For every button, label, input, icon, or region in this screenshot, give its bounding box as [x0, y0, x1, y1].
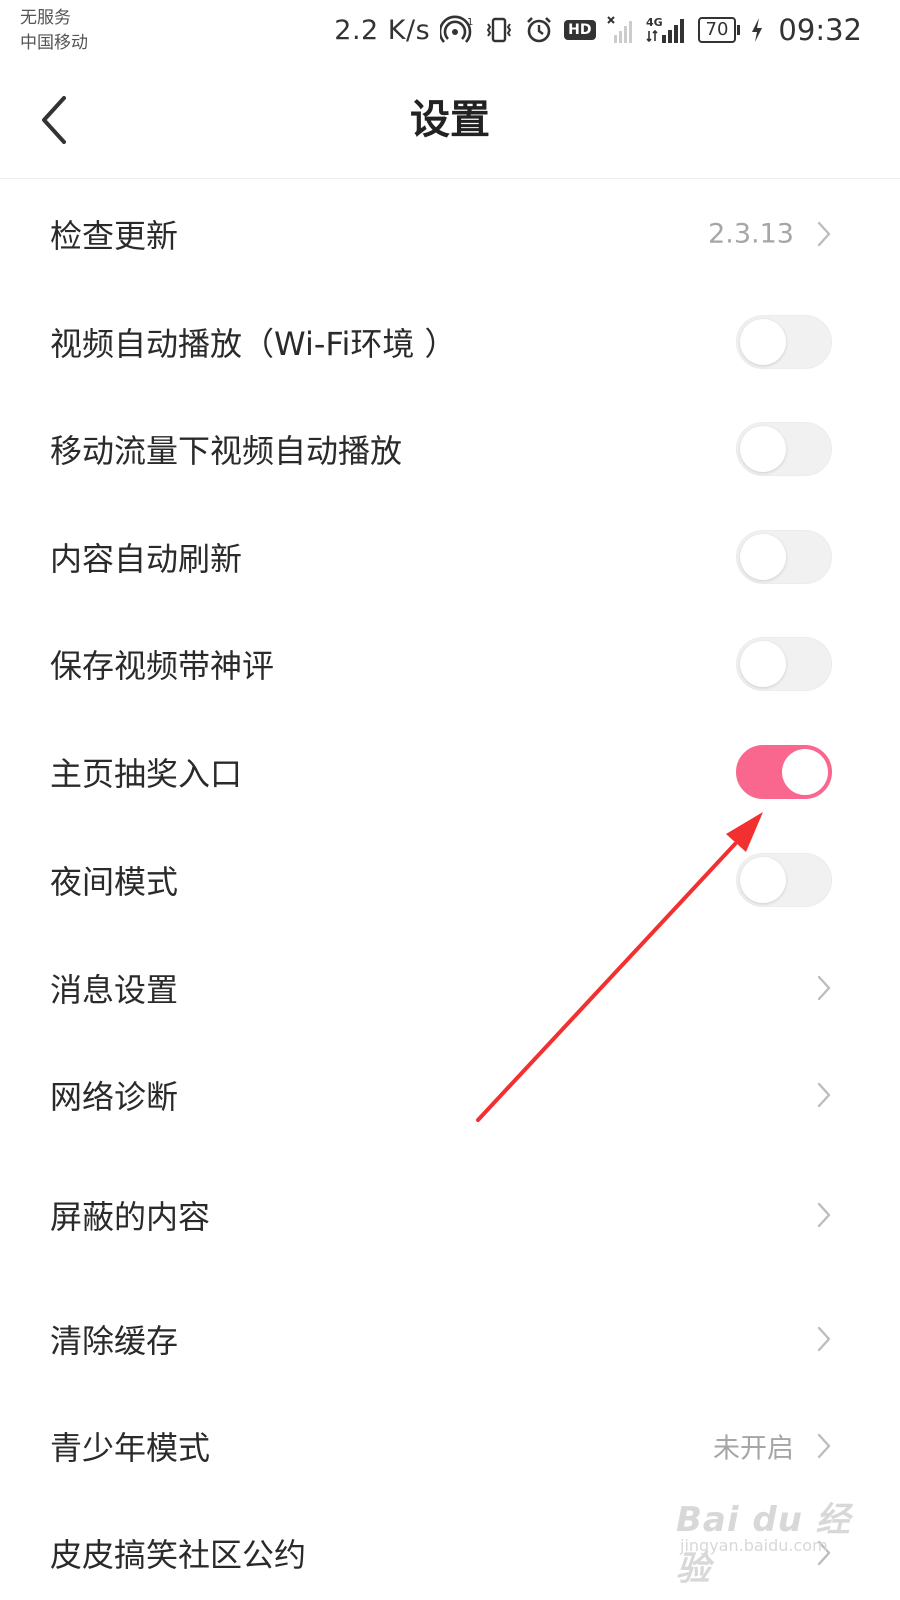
settings-row-lottery-entry: 主页抽奖入口 [0, 727, 900, 817]
hd-icon: HD [564, 20, 596, 40]
row-label: 主页抽奖入口 [50, 755, 243, 793]
app-version-value: 2.3.13 [708, 218, 794, 250]
nav-bar: 设置 [0, 62, 900, 179]
row-label: 夜间模式 [50, 863, 179, 901]
settings-row-check-update[interactable]: 检查更新 2.3.13 [0, 189, 900, 279]
settings-row-save-video-comments: 保存视频带神评 [0, 619, 900, 709]
chevron-right-icon [817, 1082, 831, 1108]
settings-row-mobile-data-autoplay: 移动流量下视频自动播放 [0, 404, 900, 494]
row-label: 内容自动刷新 [50, 540, 243, 578]
settings-row-content-auto-refresh: 内容自动刷新 [0, 512, 900, 602]
clock: 09:32 [778, 13, 862, 47]
toggle-knob [740, 534, 786, 580]
hotspot-icon: 1 [440, 15, 474, 43]
toggle-knob [740, 857, 786, 903]
youth-mode-status: 未开启 [713, 1433, 794, 1465]
baidu-jingyan-watermark: Bai du 经验 jingyan.baidu.com [676, 1492, 866, 1589]
lottery-entry-toggle[interactable] [736, 745, 832, 799]
network-speed: 2.2 K/s [334, 14, 431, 46]
row-label: 移动流量下视频自动播放 [50, 432, 403, 470]
alarm-icon [527, 17, 552, 43]
row-label: 皮皮搞笑社区公约 [50, 1536, 307, 1574]
settings-row-clear-cache[interactable]: 清除缓存 [0, 1294, 900, 1384]
row-label: 视频自动播放（Wi-Fi环境 ） [50, 325, 457, 363]
svg-text:4G: 4G [646, 16, 663, 29]
chevron-right-icon [817, 221, 831, 247]
battery-tip [737, 25, 741, 35]
row-label: 清除缓存 [50, 1322, 179, 1360]
carrier-service-text: 无服务 [20, 8, 71, 28]
watermark-url: jingyan.baidu.com [680, 1536, 828, 1555]
row-label: 消息设置 [50, 971, 179, 1009]
charging-icon [752, 18, 763, 42]
chevron-right-icon [817, 1433, 831, 1459]
carrier-name-text: 中国移动 [20, 33, 88, 53]
toggle-knob [740, 641, 786, 687]
mobile-data-autoplay-toggle[interactable] [736, 422, 832, 476]
settings-row-network-diagnosis[interactable]: 网络诊断 [0, 1050, 900, 1140]
settings-row-youth-mode[interactable]: 青少年模式 未开启 [0, 1401, 900, 1491]
chevron-right-icon [817, 1202, 831, 1228]
battery-level: 70 [697, 17, 737, 43]
settings-row-blocked-content[interactable]: 屏蔽的内容 [0, 1170, 900, 1260]
toggle-knob [740, 319, 786, 365]
row-label: 网络诊断 [50, 1078, 179, 1116]
settings-row-video-autoplay-wifi: 视频自动播放（Wi-Fi环境 ） [0, 297, 900, 387]
toggle-knob [740, 426, 786, 472]
signal-no-service-icon [606, 16, 632, 43]
video-autoplay-wifi-toggle[interactable] [736, 315, 832, 369]
toggle-knob [782, 749, 828, 795]
signal-4g-icon: 4G [646, 16, 684, 43]
svg-text:1: 1 [467, 17, 473, 28]
settings-row-night-mode: 夜间模式 [0, 835, 900, 925]
row-label: 屏蔽的内容 [50, 1198, 211, 1236]
row-label: 检查更新 [50, 217, 179, 255]
row-label: 保存视频带神评 [50, 647, 275, 685]
settings-row-message-settings[interactable]: 消息设置 [0, 943, 900, 1033]
battery-indicator: 70 [697, 17, 741, 43]
chevron-right-icon [817, 975, 831, 1001]
chevron-right-icon [817, 1326, 831, 1352]
row-label: 青少年模式 [50, 1429, 211, 1467]
status-bar: 无服务 中国移动 2.2 K/s 1 HD 4G 70 09:32 [0, 0, 900, 62]
carrier-info: 无服务 中国移动 [20, 6, 88, 56]
page-title: 设置 [410, 97, 490, 143]
status-icons: 2.2 K/s 1 HD 4G 70 09:32 [334, 12, 862, 48]
night-mode-toggle[interactable] [736, 853, 832, 907]
save-video-comments-toggle[interactable] [736, 637, 832, 691]
content-auto-refresh-toggle[interactable] [736, 530, 832, 584]
vibrate-icon [486, 17, 512, 43]
